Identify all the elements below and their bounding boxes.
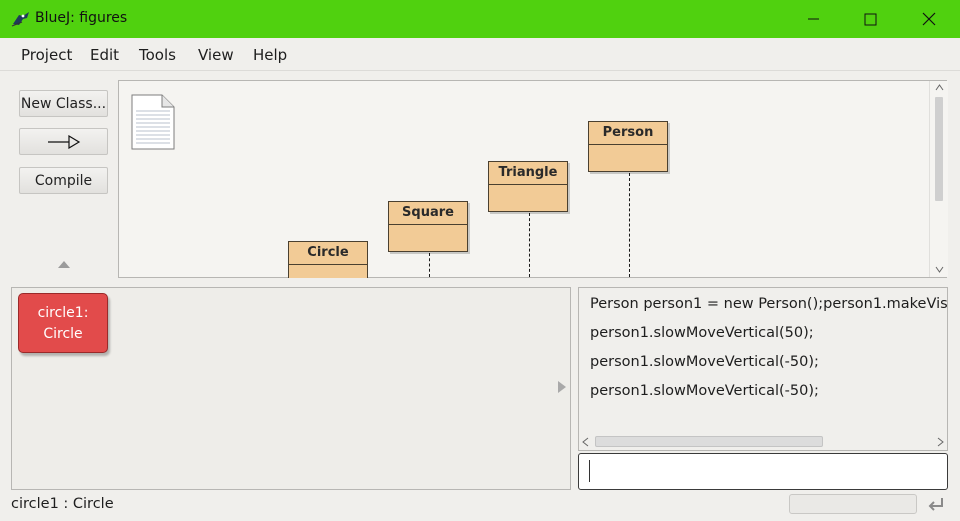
inheritance-arrow-button[interactable]	[19, 128, 108, 155]
menu-project[interactable]: Project	[21, 46, 72, 64]
codepad-scroll-thumb[interactable]	[595, 436, 823, 447]
inheritance-arrow-icon	[47, 134, 80, 149]
menu-view[interactable]: View	[198, 46, 234, 64]
close-button[interactable]	[900, 0, 958, 38]
diagram-vertical-scrollbar[interactable]	[929, 81, 948, 277]
codepad-line: person1.slowMoveVertical(-50);	[590, 383, 819, 399]
codepad-line: person1.slowMoveVertical(50);	[590, 325, 814, 341]
dependency-line	[429, 253, 430, 277]
scroll-up-icon[interactable]	[935, 84, 944, 91]
close-icon	[922, 12, 936, 26]
collapse-up-icon[interactable]	[58, 261, 70, 268]
menu-tools[interactable]: Tools	[139, 46, 176, 64]
scroll-right-icon[interactable]	[937, 437, 944, 447]
menu-edit[interactable]: Edit	[90, 46, 119, 64]
class-name: Square	[389, 202, 467, 225]
codepad-line: Person person1 = new Person();person1.ma…	[590, 296, 948, 312]
codepad-history[interactable]: Person person1 = new Person();person1.ma…	[578, 287, 948, 451]
object-type: Circle	[43, 326, 83, 342]
codepad-horizontal-scrollbar[interactable]	[579, 434, 947, 450]
class-name: Triangle	[489, 162, 567, 185]
dependency-line	[529, 213, 530, 277]
window-title: BlueJ: figures	[35, 10, 128, 26]
object-name: circle1:	[37, 305, 89, 321]
new-class-button[interactable]: New Class...	[19, 90, 108, 117]
text-caret	[589, 460, 590, 482]
class-box-square[interactable]: Square	[388, 201, 468, 252]
codepad-line: person1.slowMoveVertical(-50);	[590, 354, 819, 370]
object-circle1[interactable]: circle1: Circle	[18, 293, 108, 353]
menu-help[interactable]: Help	[253, 46, 287, 64]
return-arrow-icon[interactable]	[926, 495, 946, 515]
dependency-line	[629, 173, 630, 277]
class-box-circle[interactable]: Circle	[288, 241, 368, 278]
compile-button[interactable]: Compile	[19, 167, 108, 194]
class-box-person[interactable]: Person	[588, 121, 668, 172]
minimize-icon	[808, 18, 819, 20]
class-name: Person	[589, 122, 667, 145]
class-name: Circle	[289, 242, 367, 265]
scroll-down-icon[interactable]	[935, 266, 944, 273]
title-bar: BlueJ: figures	[0, 0, 960, 38]
class-box-triangle[interactable]: Triangle	[488, 161, 568, 212]
progress-bar	[789, 494, 917, 514]
bluej-bird-icon	[11, 12, 29, 27]
diagram-scroll-thumb[interactable]	[935, 97, 943, 201]
status-text: circle1 : Circle	[11, 496, 114, 512]
maximize-button[interactable]	[841, 0, 899, 38]
expand-right-icon[interactable]	[558, 381, 566, 393]
readme-note-icon[interactable]	[130, 93, 176, 151]
menu-bar: Project Edit Tools View Help	[0, 38, 960, 71]
maximize-icon	[864, 13, 876, 25]
codepad-input[interactable]	[578, 453, 948, 490]
scroll-left-icon[interactable]	[582, 437, 589, 447]
minimize-button[interactable]	[784, 0, 842, 38]
